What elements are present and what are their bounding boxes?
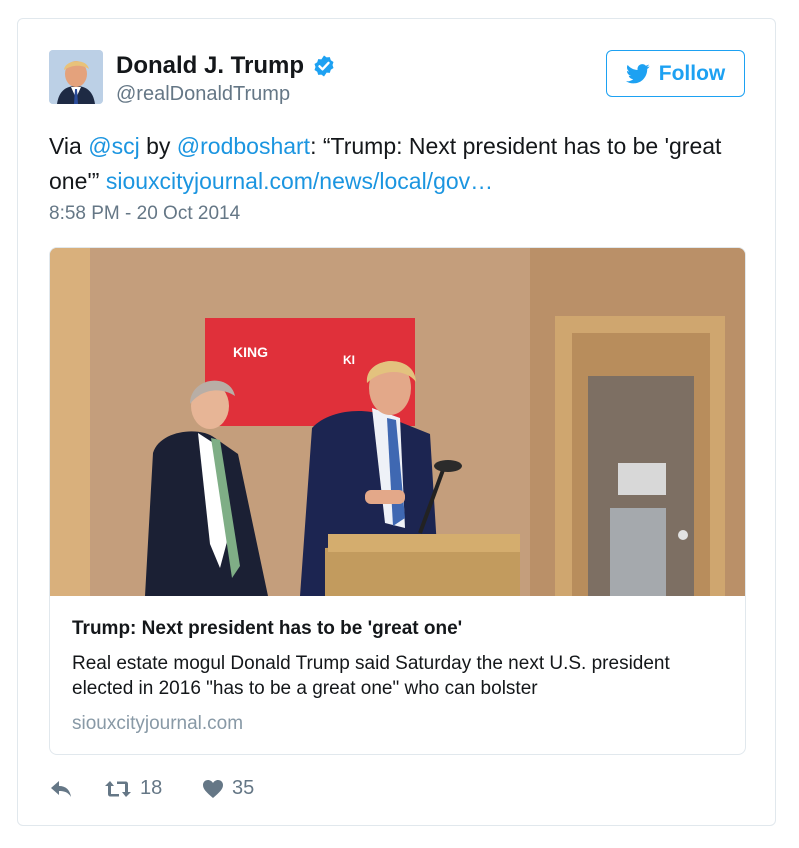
mention-rodboshart[interactable]: @rodboshart: [177, 133, 310, 159]
verified-badge-icon: [314, 55, 334, 77]
tweet-text-mid: by: [139, 133, 177, 159]
avatar[interactable]: [49, 50, 103, 104]
article-photo: KING KI: [50, 248, 745, 596]
retweet-count: 18: [140, 777, 163, 799]
mention-scj[interactable]: @scj: [88, 133, 139, 159]
card-description: Real estate mogul Donald Trump said Satu…: [72, 653, 670, 699]
tweet-text: Via @scj by @rodboshart: “Trump: Next pr…: [49, 129, 739, 199]
card-title[interactable]: Trump: Next president has to be 'great o…: [72, 618, 462, 640]
banner-text-1: KING: [233, 344, 268, 360]
tweet-text-prefix: Via: [49, 133, 89, 159]
reply-button[interactable]: [49, 779, 104, 799]
article-link[interactable]: siouxcityjournal.com/news/local/gov…: [106, 168, 493, 194]
like-button[interactable]: 35: [202, 777, 254, 800]
author-handle[interactable]: @realDonaldTrump: [116, 83, 290, 106]
card-domain: siouxcityjournal.com: [72, 713, 244, 734]
follow-label: Follow: [658, 61, 726, 85]
banner-text-2: KI: [343, 353, 355, 367]
retweet-button[interactable]: 18: [104, 777, 202, 800]
like-count: 35: [232, 777, 255, 799]
follow-button[interactable]: Follow: [606, 50, 745, 97]
retweet-icon: [105, 780, 131, 797]
tweet-card: Donald J. Trump @realDonaldTrump Follow …: [17, 18, 776, 826]
author-name[interactable]: Donald J. Trump: [116, 52, 304, 80]
reply-icon: [51, 780, 71, 797]
tweet-timestamp[interactable]: 8:58 PM - 20 Oct 2014: [49, 203, 240, 225]
tweet-actions: 18 35: [49, 777, 254, 800]
heart-icon: [203, 779, 223, 798]
link-preview-card[interactable]: KING KI Trump: Next president has to be …: [49, 247, 746, 755]
twitter-bird-icon: [625, 63, 650, 83]
